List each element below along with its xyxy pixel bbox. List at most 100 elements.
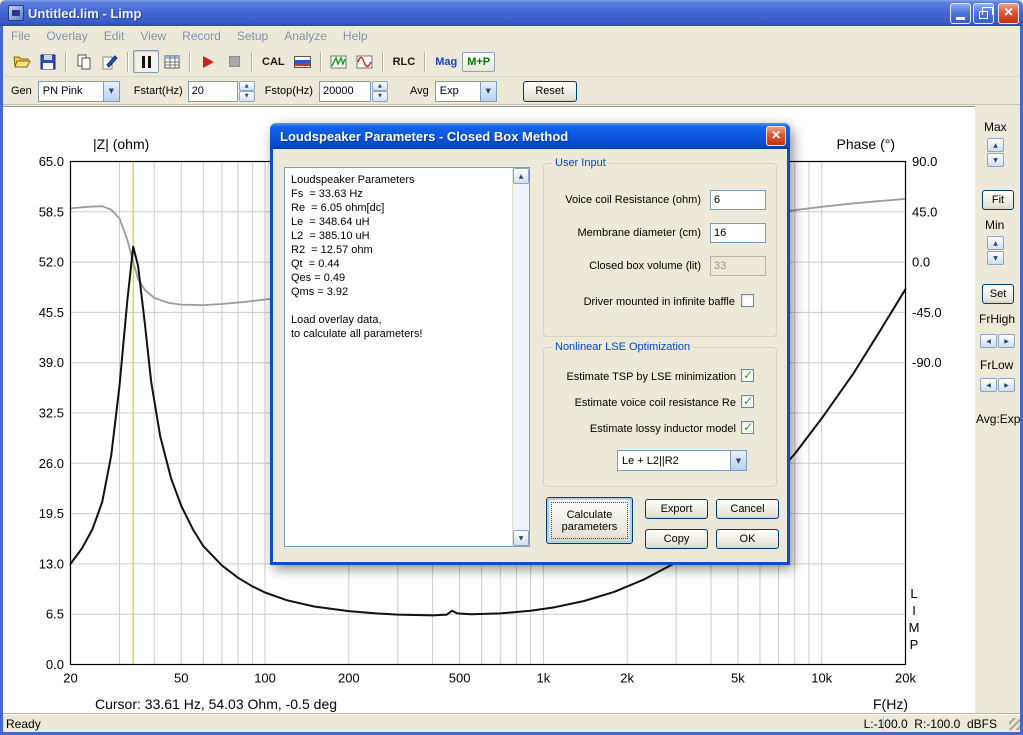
menu-setup[interactable]: Setup [229,26,276,47]
svg-text:-90.0: -90.0 [912,355,942,370]
estimate-inductor-label: Estimate lossy inductor model [589,423,736,435]
waveform-button[interactable] [326,50,352,73]
infinite-baffle-checkbox[interactable] [741,294,754,307]
menu-view[interactable]: View [132,26,174,47]
spin-down-icon[interactable] [371,91,388,102]
voice-coil-resistance-label: Voice coil Resistance (ohm) [565,194,701,206]
minimize-icon [956,17,965,20]
svg-text:2k: 2k [620,671,634,686]
estimate-inductor-checkbox[interactable] [741,420,754,434]
open-button[interactable] [9,50,35,73]
svg-text:0.0: 0.0 [912,255,930,270]
save-button[interactable] [35,50,61,73]
restore-icon [979,6,993,19]
estimate-re-checkbox[interactable] [741,394,754,408]
sine-button[interactable] [352,50,378,73]
rlc-button[interactable]: RLC [388,56,421,68]
chevron-down-icon[interactable] [730,451,746,470]
svg-text:45.5: 45.5 [39,305,64,320]
voice-coil-resistance-input[interactable] [710,190,766,210]
scroll-up-button[interactable] [513,168,529,184]
min-down-button[interactable] [987,251,1004,265]
generator-bar: Gen PN Pink Fstart(Hz) Fstop(Hz) Avg Exp… [3,78,1020,105]
fstop-input[interactable] [318,80,371,102]
closed-box-volume-input [710,256,766,276]
avg-select[interactable]: Exp [434,80,497,102]
menu-edit[interactable]: Edit [96,26,133,47]
reset-button[interactable]: Reset [522,80,577,102]
menu-record[interactable]: Record [174,26,229,47]
minimize-button[interactable] [950,2,971,24]
limp-watermark: L I M P [908,586,920,652]
scroll-down-button[interactable] [513,530,529,546]
chevron-down-icon[interactable] [479,81,496,101]
results-scrollbar[interactable] [512,168,529,546]
stop-button[interactable] [221,50,247,73]
inductor-model-select[interactable]: Le + L2||R2 [617,450,747,471]
window-title: Untitled.lim - Limp [28,5,142,21]
titlebar[interactable]: Untitled.lim - Limp [0,0,1023,26]
ok-button[interactable]: OK [716,529,779,549]
frhigh-left-button[interactable] [980,334,997,348]
frlow-label: FrLow [980,358,1014,372]
play-button[interactable] [195,50,221,73]
restore-button[interactable] [973,2,994,24]
copy-button[interactable] [71,50,97,73]
status-ready: Ready [6,717,41,731]
x-axis-title: F(Hz) [873,696,908,712]
menu-overlay[interactable]: Overlay [38,26,95,47]
mag-button[interactable]: Mag [430,56,462,68]
chevron-down-icon[interactable] [102,81,119,101]
cal-button[interactable]: CAL [257,56,290,68]
toolbar-separator [251,51,253,72]
calculate-parameters-button[interactable]: Calculate parameters [546,497,633,544]
frlow-left-button[interactable] [980,378,997,392]
max-label: Max [984,120,1007,134]
svg-text:90.0: 90.0 [912,154,937,169]
svg-text:1k: 1k [537,671,551,686]
max-down-button[interactable] [987,153,1004,167]
estimate-tsp-checkbox[interactable] [741,368,754,382]
min-up-button[interactable] [987,236,1004,250]
frlow-right-button[interactable] [998,378,1015,392]
frhigh-right-button[interactable] [998,334,1015,348]
pen-button[interactable] [97,50,123,73]
toolbar-separator [381,51,384,72]
pause-button[interactable] [133,50,159,73]
gen-select[interactable]: PN Pink [37,80,120,102]
svg-text:5k: 5k [731,671,745,686]
spin-down-icon[interactable] [238,91,255,102]
membrane-diameter-label: Membrane diameter (cm) [577,227,701,239]
svg-text:65.0: 65.0 [39,154,64,169]
svg-text:100: 100 [254,671,276,686]
membrane-diameter-input[interactable] [710,223,766,243]
parameters-text: Loudspeaker Parameters Fs = 33.63 Hz Re … [291,174,423,340]
dialog-close-button[interactable] [766,126,786,146]
spin-up-icon[interactable] [238,80,255,91]
fstop-label: Fstop(Hz) [264,85,313,97]
svg-text:45.0: 45.0 [912,204,937,219]
svg-text:20: 20 [63,671,77,686]
mag-phase-button[interactable]: M+P [462,51,496,72]
toolbar-separator [127,51,129,72]
fit-button[interactable]: Fit [982,190,1014,210]
flag-button[interactable] [290,50,316,73]
toolbar-separator [65,51,67,72]
spin-up-icon[interactable] [371,80,388,91]
cancel-button[interactable]: Cancel [716,499,779,519]
menu-analyze[interactable]: Analyze [276,26,335,47]
dialog-titlebar[interactable]: Loudspeaker Parameters - Closed Box Meth… [270,123,790,149]
menu-help[interactable]: Help [335,26,376,47]
svg-text:0.0: 0.0 [46,657,64,672]
close-button[interactable] [998,2,1019,24]
menu-file[interactable]: File [3,26,38,47]
svg-text:26.0: 26.0 [39,456,64,471]
fstart-input[interactable] [187,80,238,102]
max-up-button[interactable] [987,138,1004,152]
sine-icon [356,55,373,68]
parameters-output[interactable]: Loudspeaker Parameters Fs = 33.63 Hz Re … [284,167,530,547]
set-button[interactable]: Set [982,284,1014,304]
export-button[interactable]: Export [645,499,708,519]
table-button[interactable] [159,50,185,73]
copy-button-dialog[interactable]: Copy [645,529,708,549]
